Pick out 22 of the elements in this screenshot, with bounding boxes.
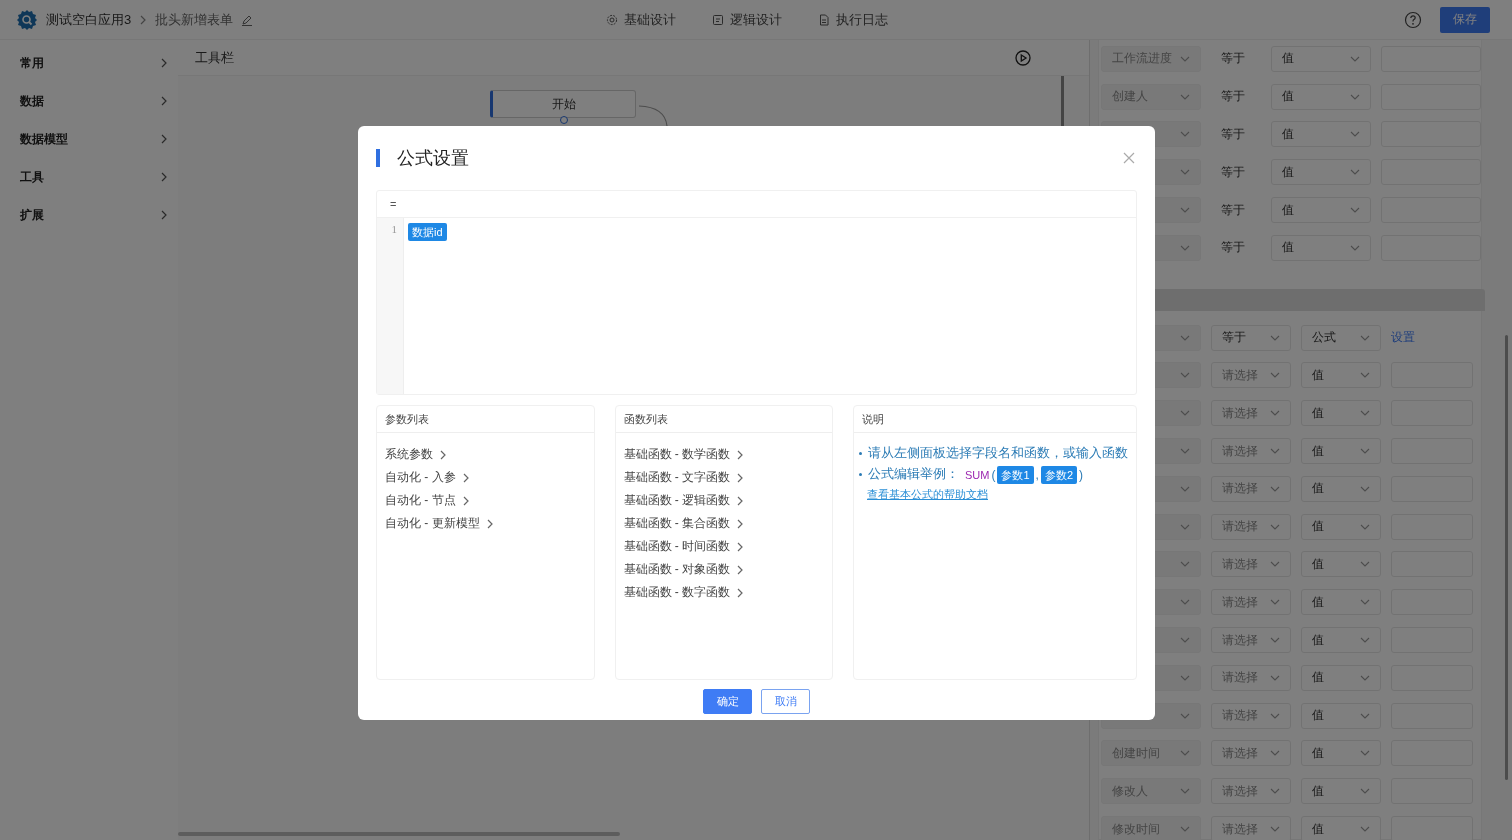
operator-label: 等于 [1220, 126, 1246, 143]
paren: ( [991, 467, 996, 482]
toolbar-title: 工具栏 [194, 48, 234, 67]
comma: , [1035, 467, 1039, 482]
function-name: SUM [965, 468, 990, 481]
argument-tag: 参数2 [1040, 465, 1078, 484]
panel-title: 参数列表 [377, 406, 594, 433]
panel-title: 说明 [854, 406, 1136, 433]
equals-sign: = [377, 191, 1136, 218]
help-text: 请从左侧面板选择字段名和函数，或输入函数 [868, 445, 1128, 462]
page-name: 批头新增表单 [155, 10, 234, 29]
operator-label: 等于 [1220, 201, 1246, 219]
operator-label: 等于 [1220, 50, 1246, 68]
operator-label: 等于 [1220, 239, 1246, 257]
line-number: 1 [390, 222, 398, 235]
argument-tag: 参数1 [997, 465, 1034, 484]
panel-title: 函数列表 [615, 406, 832, 433]
dialog-title: 公式设置 [397, 147, 470, 170]
example-label: 公式编辑举例： [868, 466, 959, 483]
operator-label: 等于 [1220, 88, 1246, 106]
operator-label: 等于 [1220, 163, 1246, 181]
paren: ) [1079, 467, 1084, 482]
